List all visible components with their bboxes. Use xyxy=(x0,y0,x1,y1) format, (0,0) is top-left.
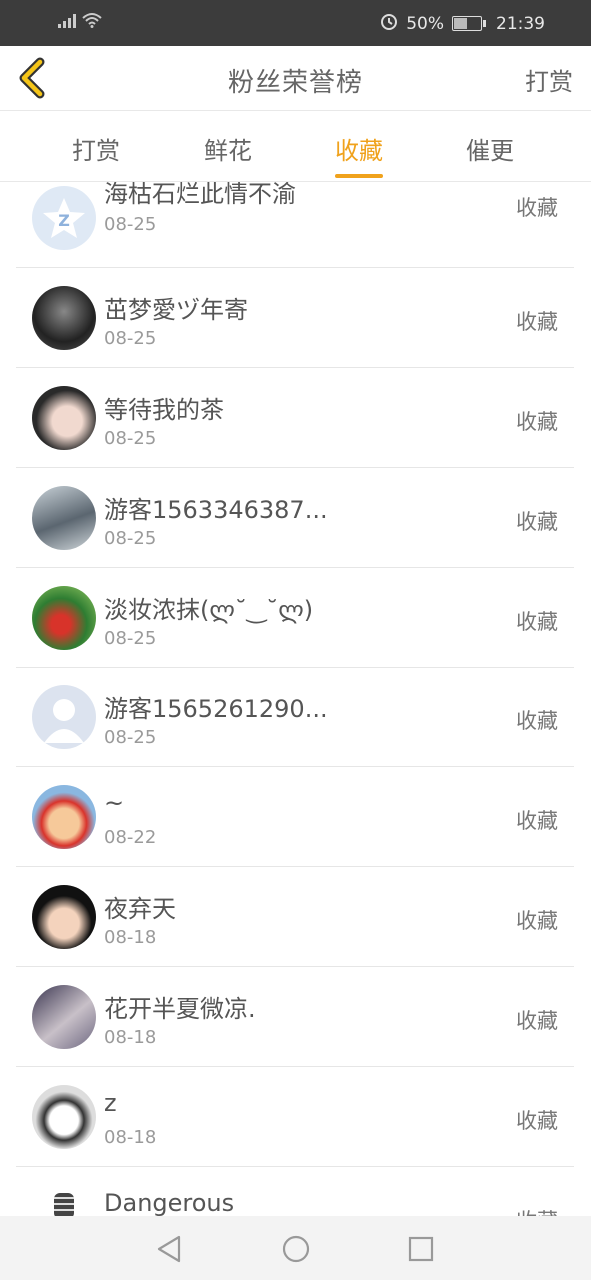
fan-action: 收藏 xyxy=(516,196,558,220)
fan-date: 08-18 xyxy=(104,927,157,948)
tab-flowers[interactable]: 鲜花 xyxy=(204,131,252,166)
default-user-icon xyxy=(44,699,84,743)
avatar xyxy=(32,286,96,350)
reward-button[interactable]: 打赏 xyxy=(525,62,573,97)
avatar xyxy=(32,386,96,450)
fan-date: 08-25 xyxy=(104,628,157,649)
fan-action: 收藏 xyxy=(516,610,558,634)
svg-text:Z: Z xyxy=(58,211,70,230)
fan-action: 收藏 xyxy=(516,510,558,534)
fan-action: 收藏 xyxy=(516,709,558,733)
alarm-icon xyxy=(380,12,398,35)
status-bar: 50% 21:39 xyxy=(0,0,591,46)
list-item[interactable]: z 08-18 收藏 xyxy=(16,1067,574,1167)
fan-action: 收藏 xyxy=(516,1009,558,1033)
back-triangle-icon[interactable] xyxy=(155,1234,183,1264)
list-item[interactable]: 游客1565261290... 08-25 收藏 xyxy=(16,667,574,767)
list-item[interactable]: 夜弃天 08-18 收藏 xyxy=(16,867,574,967)
fan-date: 08-25 xyxy=(104,328,157,349)
recents-square-icon[interactable] xyxy=(407,1235,435,1263)
fan-date: 08-22 xyxy=(104,827,157,848)
fan-name: 等待我的茶 xyxy=(104,396,224,424)
fan-name: 游客1565261290... xyxy=(104,695,328,723)
page-title: 粉丝荣誉榜 xyxy=(227,68,363,98)
list-item[interactable]: ~ 08-22 收藏 xyxy=(16,767,574,867)
fan-date: 08-25 xyxy=(104,528,157,549)
avatar xyxy=(32,1085,96,1149)
fan-action: 收藏 xyxy=(516,1109,558,1133)
fan-name: 花开半夏微凉. xyxy=(104,995,256,1023)
fan-date: 08-18 xyxy=(104,1027,157,1048)
avatar: Z xyxy=(32,186,96,250)
list-item[interactable]: Z 海枯石烂此情不渝 08-25 收藏 xyxy=(16,182,574,268)
fan-name: 淡妆浓抹(ლ˘‿˘ლ) xyxy=(104,596,314,624)
fan-action: 收藏 xyxy=(516,410,558,434)
avatar xyxy=(32,486,96,550)
fan-action: 收藏 xyxy=(516,1205,558,1216)
avatar xyxy=(32,985,96,1049)
fan-date: 08-18 xyxy=(104,1127,157,1148)
fan-name: z xyxy=(104,1089,117,1117)
fan-name: 海枯石烂此情不渝 xyxy=(104,182,296,208)
battery-icon xyxy=(452,16,486,31)
tab-bar: 打赏 鲜花 收藏 催更 xyxy=(0,111,591,182)
tab-reward[interactable]: 打赏 xyxy=(72,131,120,166)
list-item[interactable]: 游客1563346387... 08-25 收藏 xyxy=(16,468,574,568)
fan-name: 茁梦愛ヅ年寄 xyxy=(104,296,248,324)
home-circle-icon[interactable] xyxy=(281,1234,311,1264)
signal-icon xyxy=(58,13,76,33)
fan-name: 游客1563346387... xyxy=(104,496,328,524)
avatar xyxy=(32,885,96,949)
system-nav-bar xyxy=(0,1216,591,1280)
fan-action: 收藏 xyxy=(516,310,558,334)
avatar xyxy=(32,1185,96,1216)
fan-list[interactable]: Z 海枯石烂此情不渝 08-25 收藏 茁梦愛ヅ年寄 08-25 收藏 等待我的… xyxy=(16,182,574,1216)
fan-date: 08-25 xyxy=(104,727,157,748)
avatar xyxy=(32,586,96,650)
list-item[interactable]: 淡妆浓抹(ლ˘‿˘ლ) 08-25 收藏 xyxy=(16,568,574,668)
fan-name: ~ xyxy=(104,789,125,817)
list-item[interactable]: 等待我的茶 08-25 收藏 xyxy=(16,368,574,468)
wifi-icon xyxy=(82,12,102,33)
tab-favorites[interactable]: 收藏 xyxy=(335,131,383,178)
list-item[interactable]: 花开半夏微凉. 08-18 收藏 xyxy=(16,967,574,1067)
list-item[interactable]: 茁梦愛ヅ年寄 08-25 收藏 xyxy=(16,268,574,368)
clock: 21:39 xyxy=(496,13,545,34)
avatar xyxy=(32,785,96,849)
list-item[interactable]: Dangerous 收藏 xyxy=(16,1167,574,1216)
tab-urge-update[interactable]: 催更 xyxy=(466,131,514,166)
header: 粉丝荣誉榜 打赏 xyxy=(0,46,591,111)
fan-action: 收藏 xyxy=(516,909,558,933)
fan-name: Dangerous xyxy=(104,1189,235,1216)
fan-date: 08-25 xyxy=(104,214,157,235)
fan-date: 08-25 xyxy=(104,428,157,449)
fan-name: 夜弃天 xyxy=(104,895,176,923)
fan-action: 收藏 xyxy=(516,809,558,833)
battery-percent: 50% xyxy=(406,13,444,34)
avatar xyxy=(32,685,96,749)
